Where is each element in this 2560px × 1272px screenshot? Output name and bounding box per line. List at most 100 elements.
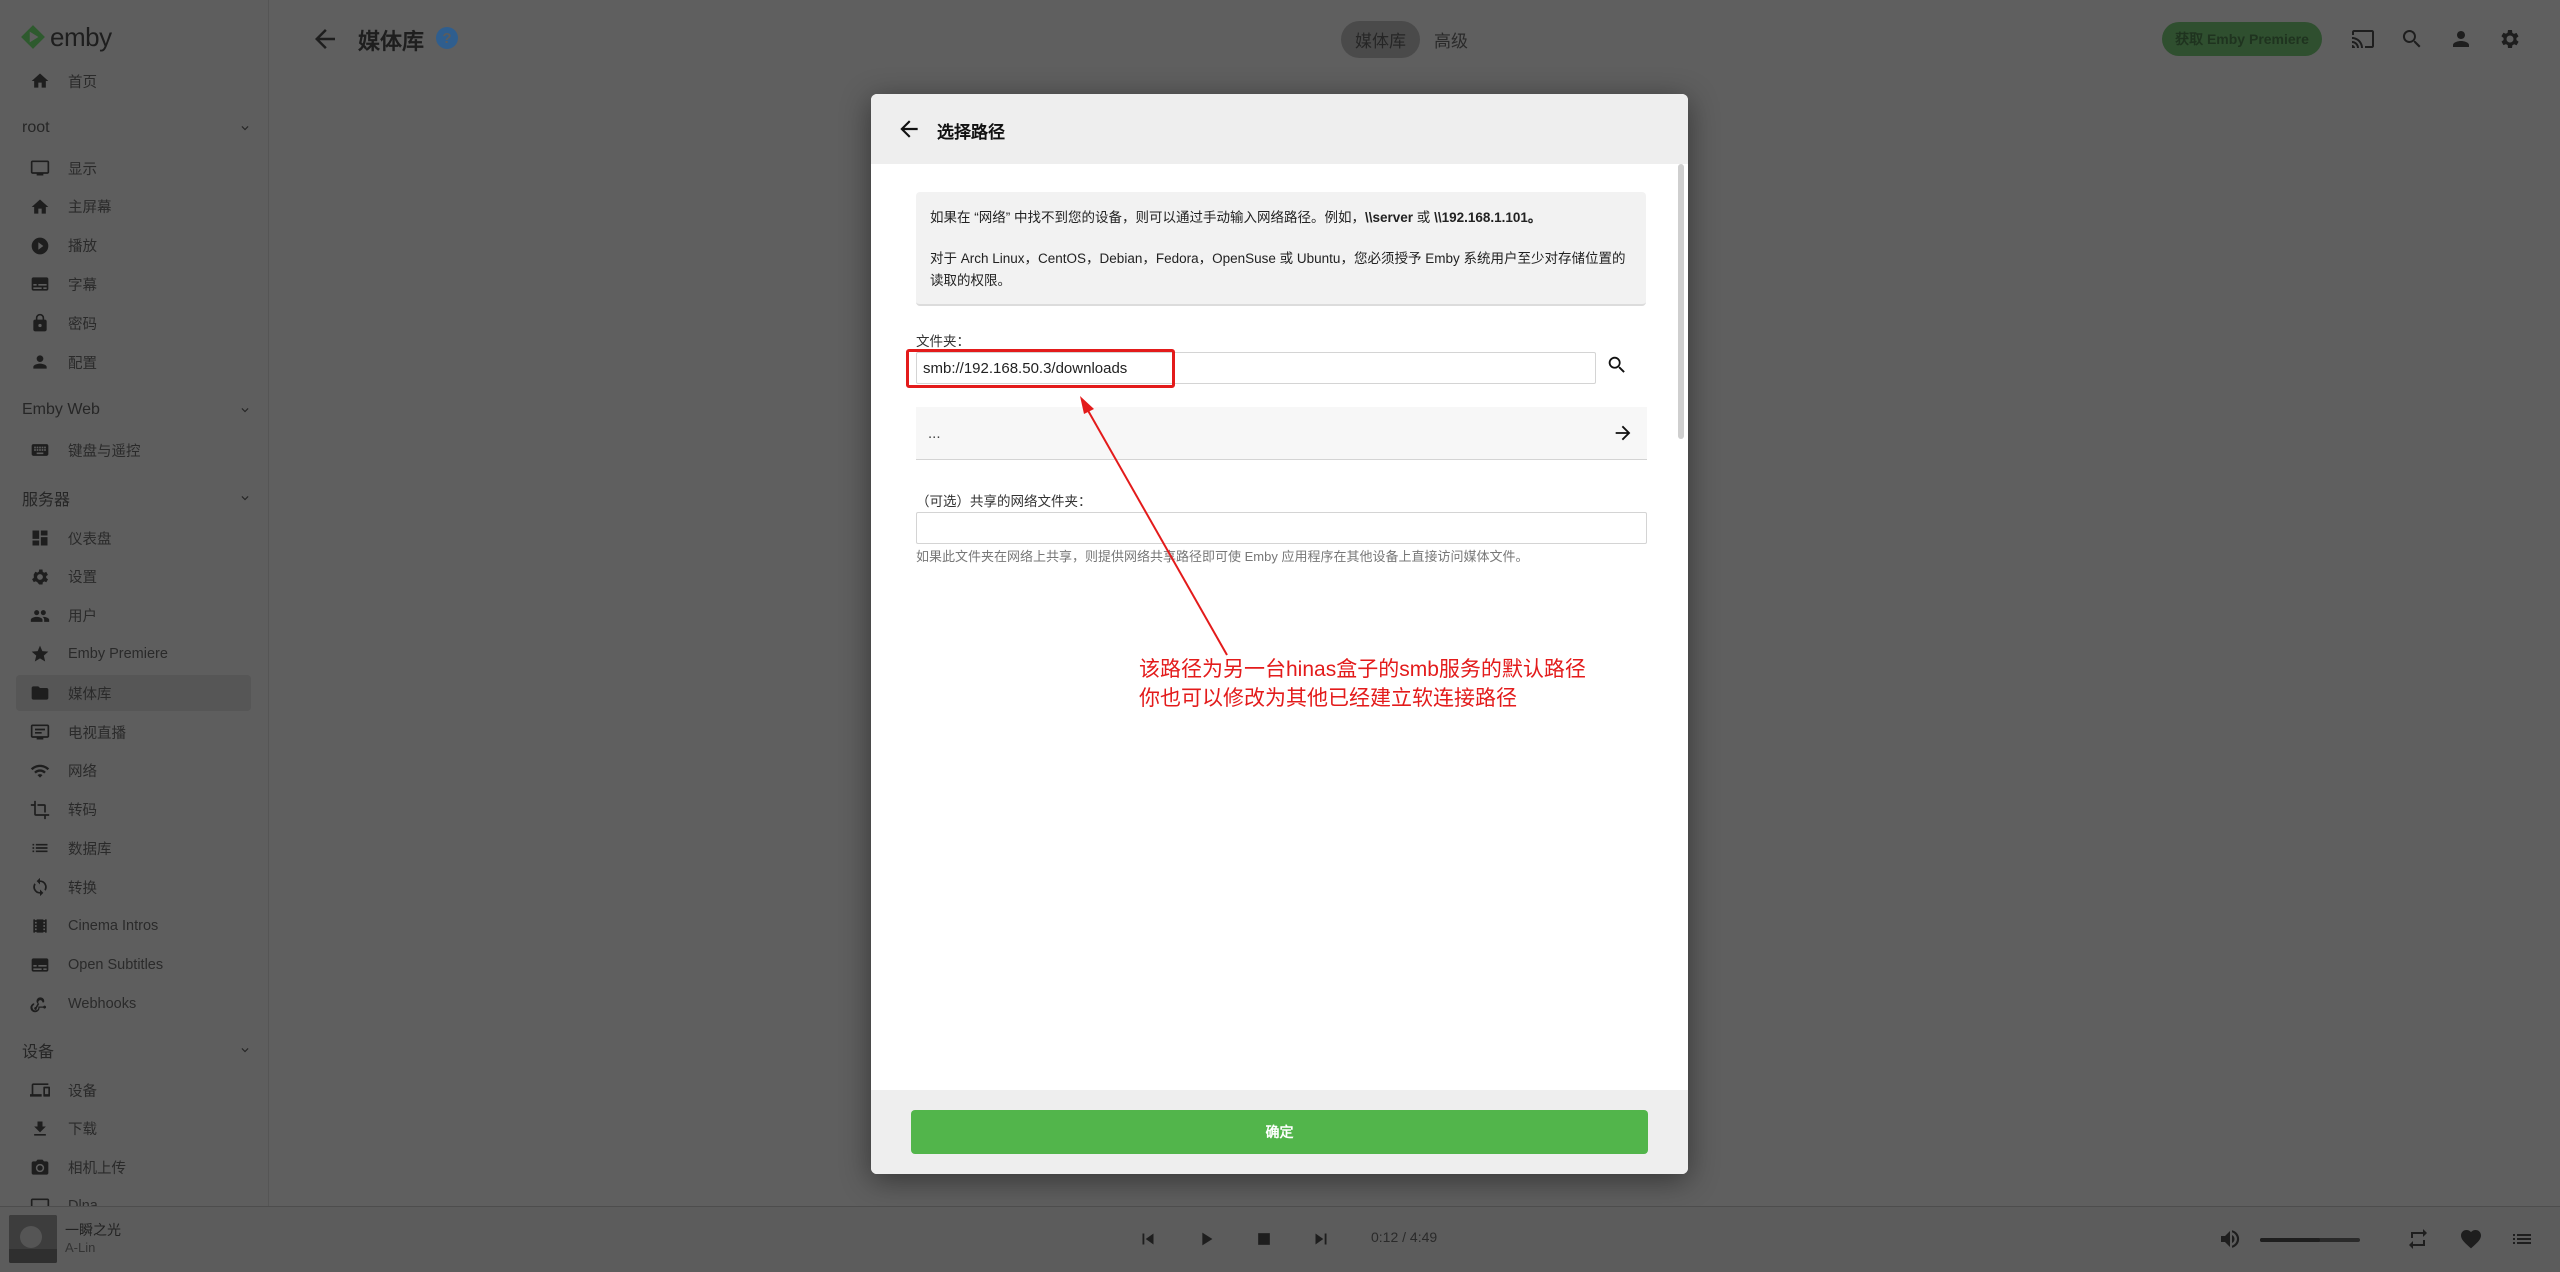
sidebar-item-keyboard[interactable]: 键盘与遥控	[16, 432, 251, 468]
sidebar-item-label: 播放	[68, 239, 97, 256]
network-share-input[interactable]	[916, 512, 1647, 544]
sidebar-item-star[interactable]: Emby Premiere	[16, 636, 251, 672]
sidebar-item-users[interactable]: 用户	[16, 598, 251, 634]
sidebar-item-home[interactable]: 主屏幕	[16, 189, 251, 225]
sidebar-item-subtitles[interactable]: 字幕	[16, 266, 251, 302]
stop-button[interactable]	[1248, 1223, 1280, 1255]
annotation-note: 该路径为另一台hinas盒子的smb服务的默认路径 你也可以修改为其他已经建立软…	[1139, 655, 1586, 713]
emby-logo[interactable]: emby	[20, 20, 112, 54]
sidebar-item-label: 首页	[68, 74, 97, 91]
chevron-down-icon	[241, 408, 249, 413]
album-art[interactable]	[9, 1215, 57, 1263]
sidebar-item-label: 显示	[68, 161, 97, 178]
queue-button[interactable]	[2506, 1223, 2538, 1255]
parent-directory-row[interactable]: ...	[916, 407, 1647, 460]
settings-gear-icon[interactable]	[2495, 24, 2525, 54]
sidebar-item-label: Cinema Intros	[68, 918, 159, 934]
devices-icon	[28, 1078, 52, 1102]
help-icon[interactable]: ?	[436, 27, 458, 49]
sidebar-item-wifi[interactable]: 网络	[16, 753, 251, 789]
sidebar-section-title: root	[22, 119, 50, 136]
sidebar-item-label: 相机上传	[68, 1161, 126, 1178]
sidebar-item-camera[interactable]: 相机上传	[16, 1150, 251, 1186]
sidebar-item-dashboard[interactable]: 仪表盘	[16, 520, 251, 556]
sidebar-item-monitor[interactable]: 显示	[16, 150, 251, 186]
cast-icon[interactable]	[2348, 24, 2378, 54]
heart-icon	[2461, 1230, 2481, 1249]
sidebar-item-play-circle[interactable]: 播放	[16, 228, 251, 264]
dialog-scrollbar[interactable]	[1678, 164, 1684, 439]
crop-icon	[28, 798, 52, 822]
folder-label: 文件夹：	[916, 334, 970, 349]
sidebar-item-label: 仪表盘	[68, 531, 112, 548]
home-icon	[28, 69, 52, 93]
sidebar-item-folder[interactable]: 媒体库	[16, 675, 251, 712]
back-button[interactable]	[310, 24, 340, 54]
previous-track-button[interactable]	[1132, 1223, 1164, 1255]
sidebar-item-film[interactable]: Cinema Intros	[16, 908, 251, 944]
sidebar-item-download[interactable]: 下载	[16, 1111, 251, 1147]
sidebar-item-label: Emby Premiere	[68, 646, 168, 663]
favorite-button[interactable]	[2455, 1223, 2487, 1255]
download-icon	[28, 1117, 52, 1141]
tab-library[interactable]: 媒体库	[1341, 21, 1420, 58]
monitor-icon	[28, 156, 52, 180]
sidebar-item-subtitles[interactable]: Open Subtitles	[16, 947, 251, 983]
info-text-permissions: 对于 Arch Linux，CentOS，Debian，Fedora，OpenS…	[930, 251, 1626, 288]
emby-logo-icon	[21, 25, 45, 49]
sidebar-item-webhook[interactable]: Webhooks	[16, 986, 251, 1022]
user-icon[interactable]	[2446, 24, 2476, 54]
sidebar-section-3[interactable]: 设备	[22, 1035, 252, 1065]
play-icon	[1202, 1232, 1213, 1246]
tab-advanced[interactable]: 高级	[1420, 21, 1482, 58]
parent-directory-label: ...	[928, 424, 941, 442]
folder-search-button[interactable]	[1602, 350, 1632, 380]
sidebar-item-tv-guide[interactable]: 电视直播	[16, 714, 251, 750]
sidebar-item-label: 电视直播	[68, 725, 126, 742]
sidebar-item-home[interactable]: 首页	[16, 63, 251, 99]
list-icon	[28, 836, 52, 860]
queue-list-icon	[2513, 1234, 2531, 1244]
sync-icon	[28, 875, 52, 899]
skip-next-icon	[1315, 1233, 1327, 1245]
repeat-button[interactable]	[2402, 1223, 2434, 1255]
gear-icon	[28, 565, 52, 589]
sidebar-item-person[interactable]: 配置	[16, 344, 251, 380]
dialog-back-button[interactable]	[896, 116, 922, 142]
film-icon	[28, 914, 52, 938]
sidebar-item-lock[interactable]: 密码	[16, 305, 251, 341]
song-title[interactable]: 一瞬之光	[65, 1220, 121, 1240]
sidebar-section-1[interactable]: Emby Web	[22, 395, 252, 425]
annotation-highlight-box	[906, 349, 1175, 388]
ok-button[interactable]: 确定	[911, 1110, 1648, 1154]
song-artist[interactable]: A-Lin	[65, 1240, 95, 1255]
path-info-box: 如果在 “网络” 中找不到您的设备，则可以通过手动输入网络路径。例如，\\ser…	[916, 192, 1646, 306]
sidebar-section-2[interactable]: 服务器	[22, 483, 252, 513]
sidebar-item-label: 设置	[68, 570, 97, 587]
sidebar-item-dlna[interactable]: Dlna	[16, 1188, 251, 1206]
tv-guide-icon	[28, 720, 52, 744]
sidebar-item-crop[interactable]: 转码	[16, 792, 251, 828]
emby-logo-text: emby	[50, 21, 112, 52]
keyboard-icon	[28, 438, 52, 462]
sidebar-item-sync[interactable]: 转换	[16, 869, 251, 905]
sidebar-item-label: 下载	[68, 1122, 97, 1139]
get-premiere-button[interactable]: 获取 Emby Premiere	[2162, 22, 2322, 56]
play-circle-icon	[28, 234, 52, 258]
sidebar-item-gear[interactable]: 设置	[16, 559, 251, 595]
search-icon[interactable]	[2397, 24, 2427, 54]
subtitles-icon	[28, 272, 52, 296]
annotation-line-1: 该路径为另一台hinas盒子的smb服务的默认路径	[1139, 658, 1586, 681]
sidebar-item-list[interactable]: 数据库	[16, 830, 251, 866]
skip-previous-icon	[1142, 1233, 1154, 1245]
subtitles-icon	[28, 953, 52, 977]
play-button[interactable]	[1190, 1223, 1222, 1255]
sidebar-section-0[interactable]: root	[22, 113, 252, 143]
users-icon	[28, 604, 52, 628]
next-track-button[interactable]	[1305, 1223, 1337, 1255]
volume-slider[interactable]	[2260, 1238, 2360, 1242]
mute-button[interactable]	[2214, 1223, 2246, 1255]
sidebar-item-devices[interactable]: 设备	[16, 1072, 251, 1108]
dialog-header: 选择路径	[871, 94, 1688, 164]
volume-icon	[2221, 1230, 2240, 1248]
